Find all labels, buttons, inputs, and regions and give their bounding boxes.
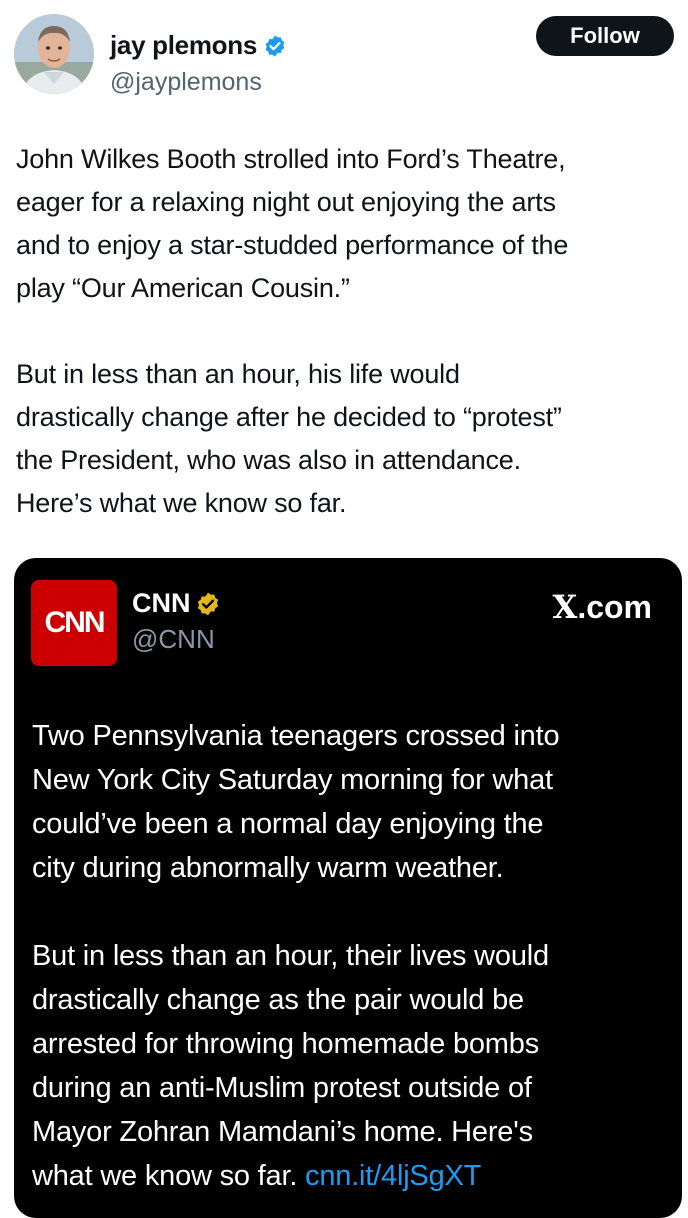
embed-text: Two Pennsylvania teenagers crossed into … xyxy=(32,714,662,1198)
author-handle[interactable]: @jayplemons xyxy=(110,68,262,97)
follow-button[interactable]: Follow xyxy=(536,16,674,56)
x-logo-icon: X xyxy=(552,588,578,626)
svg-text:CNN: CNN xyxy=(45,606,104,639)
post-text: John Wilkes Booth strolled into Ford’s T… xyxy=(16,138,680,525)
embed-paragraph-text: But in less than an hour, their lives wo… xyxy=(32,940,549,1192)
author-name-row: jay plemons xyxy=(110,30,287,61)
embed-name-row: CNN xyxy=(132,588,221,619)
embedded-post-card[interactable]: CNN CNN @CNN X.com Two Pennsylvania teen… xyxy=(14,558,682,1218)
embed-paragraph: But in less than an hour, their lives wo… xyxy=(32,934,662,1198)
cnn-logo-mark: CNN xyxy=(45,606,106,639)
author-name[interactable]: jay plemons xyxy=(110,30,257,61)
embed-paragraph: Two Pennsylvania teenagers crossed into … xyxy=(32,720,560,884)
embed-author-name[interactable]: CNN xyxy=(132,588,191,619)
article-link[interactable]: cnn.it/4ljSgXT xyxy=(305,1160,481,1192)
post-paragraph: John Wilkes Booth strolled into Ford’s T… xyxy=(16,144,569,303)
blue-verified-icon xyxy=(265,35,285,56)
source-label: X.com xyxy=(552,588,652,626)
source-domain: .com xyxy=(577,589,652,625)
post-header: jay plemons @jayplemons Follow xyxy=(14,14,674,96)
post-paragraph: But in less than an hour, his life would… xyxy=(16,359,562,518)
embed-author-handle[interactable]: @CNN xyxy=(132,624,215,655)
gold-verified-icon xyxy=(197,592,218,615)
avatar[interactable] xyxy=(14,14,94,94)
avatar-image xyxy=(14,14,94,94)
cnn-logo-icon[interactable]: CNN xyxy=(31,580,117,666)
